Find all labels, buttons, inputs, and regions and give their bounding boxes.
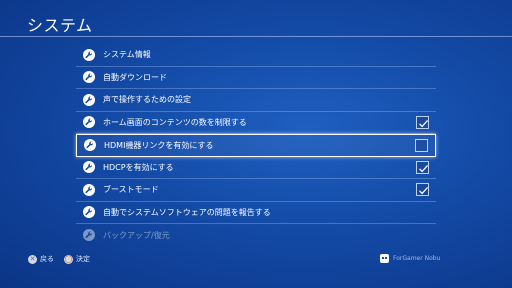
wrench-icon [83,229,95,242]
menu-item-label: 声で操作するための設定 [103,95,191,105]
menu-item-label: システム情報 [103,50,151,60]
menu-item-label: ホーム画面のコンテンツの数を制限する [103,117,247,127]
menu-item-voice-settings[interactable]: 声で操作するための設定 [76,89,436,112]
user-info: ForGamer Nobu [380,254,440,263]
checkbox-checked[interactable] [416,183,429,196]
checkbox-checked[interactable] [416,160,429,174]
circle-button-icon: ◯ [64,254,73,264]
wrench-icon [83,183,95,196]
menu-item-label: HDCPを有効にする [103,162,174,172]
menu-item-label: 自動ダウンロード [103,72,167,82]
menu-item-hdmi-device-link[interactable]: HDMI機器リンクを有効にする [76,134,436,157]
settings-menu: システム情報 自動ダウンロード 声で操作するための設定 ホーム画面のコンテンツの… [76,44,436,247]
button-guide: ✕ 戻る ◯ 決定 [28,254,90,264]
checkbox-checked[interactable] [416,115,429,129]
cross-button-icon: ✕ [28,254,37,264]
user-name: ForGamer Nobu [393,255,441,262]
confirm-label: 決定 [76,255,90,263]
wrench-icon [83,71,95,84]
menu-item-boost-mode[interactable]: ブーストモード [76,179,436,202]
avatar-icon [380,254,389,263]
wrench-icon [83,116,95,129]
wrench-icon [84,139,96,152]
menu-item-limit-home-content[interactable]: ホーム画面のコンテンツの数を制限する [76,112,436,134]
title-divider [0,36,512,37]
menu-item-label: バックアップ/復元 [103,230,170,240]
wrench-icon [83,206,95,219]
menu-item-system-info[interactable]: システム情報 [76,44,436,67]
wrench-icon [83,93,95,106]
page-title: システム [27,16,93,35]
checkbox-unchecked[interactable] [415,139,428,152]
menu-item-backup-restore[interactable]: バックアップ/復元 [76,224,436,247]
back-label: 戻る [40,255,54,263]
menu-item-hdcp[interactable]: HDCPを有効にする [76,157,436,179]
menu-item-label: ブーストモード [103,185,159,195]
menu-item-label: HDMI機器リンクを有効にする [104,140,214,150]
menu-item-auto-download[interactable]: 自動ダウンロード [76,67,436,89]
wrench-icon [83,161,95,174]
wrench-icon [83,48,95,61]
menu-item-auto-report-issues[interactable]: 自動でシステムソフトウェアの問題を報告する [76,202,436,224]
menu-item-label: 自動でシステムソフトウェアの問題を報告する [103,207,271,217]
